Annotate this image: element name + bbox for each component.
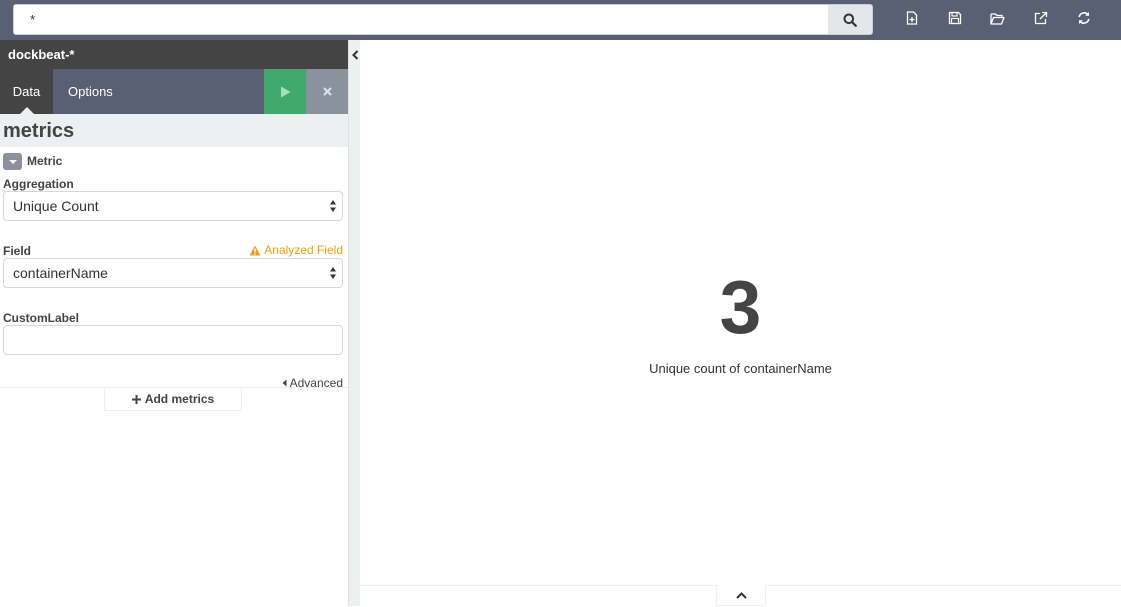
visualization-panel: 3 Unique count of containerName [360, 40, 1121, 606]
refresh-icon [1077, 12, 1090, 24]
sidebar-collapse-strip [348, 40, 360, 606]
caret-left-icon [282, 379, 287, 387]
metric-description: Unique count of containerName [649, 361, 832, 376]
analyzed-field-warning: Analyzed Field [249, 243, 343, 257]
index-pattern-title: dockbeat-* [0, 40, 348, 69]
new-visualization-button[interactable] [890, 0, 933, 36]
chevron-up-icon [735, 591, 747, 599]
search-button[interactable] [828, 5, 872, 34]
tab-data[interactable]: Data [0, 69, 53, 114]
add-metrics-label: Add metrics [144, 392, 215, 406]
share-icon [1034, 11, 1047, 25]
toolbar-icons [890, 0, 1105, 40]
select-arrows-icon [330, 200, 336, 212]
field-select-value: containerName [13, 265, 108, 281]
metric-collapse-toggle[interactable] [3, 153, 22, 170]
tab-options[interactable]: Options [68, 69, 113, 114]
add-metrics-button[interactable]: Add metrics [104, 388, 242, 411]
aggregation-label: Aggregation [3, 177, 74, 191]
save-button[interactable] [933, 0, 976, 36]
refresh-button[interactable] [1062, 0, 1105, 36]
field-label: Field [3, 244, 32, 258]
search-icon [843, 13, 857, 27]
sidebar-tabs: Data Options [0, 69, 348, 114]
metric-value: 3 [719, 265, 762, 349]
aggregation-select[interactable]: Unique Count [3, 191, 343, 221]
warning-icon [249, 245, 261, 255]
share-button[interactable] [1019, 0, 1062, 36]
custom-label-label: CustomLabel [3, 311, 80, 325]
save-icon [948, 11, 961, 25]
query-input[interactable] [14, 5, 828, 34]
plus-icon [131, 394, 141, 404]
discard-changes-button[interactable] [306, 69, 348, 114]
metric-editor: Metric Aggregation Unique Count Field An… [0, 147, 348, 607]
close-icon [322, 87, 332, 96]
vis-editor-sidebar: dockbeat-* Data Options metrics Metric A… [0, 40, 348, 606]
select-arrows-icon [330, 267, 336, 279]
top-navbar [0, 0, 1121, 40]
open-icon [990, 12, 1005, 25]
metrics-section-title: metrics [0, 114, 348, 147]
play-icon [280, 86, 290, 97]
chevron-left-icon [351, 50, 358, 60]
apply-changes-button[interactable] [264, 69, 306, 114]
aggregation-select-value: Unique Count [13, 198, 99, 214]
custom-label-input[interactable] [3, 325, 343, 355]
new-visualization-icon [906, 11, 917, 25]
field-select[interactable]: containerName [3, 258, 343, 288]
open-button[interactable] [976, 0, 1019, 36]
metric-header: Metric [0, 147, 348, 175]
spy-panel-toggle[interactable] [716, 585, 766, 606]
query-bar [13, 4, 873, 35]
metric-title: Metric [27, 154, 63, 168]
analyzed-field-text: Analyzed Field [264, 243, 343, 257]
